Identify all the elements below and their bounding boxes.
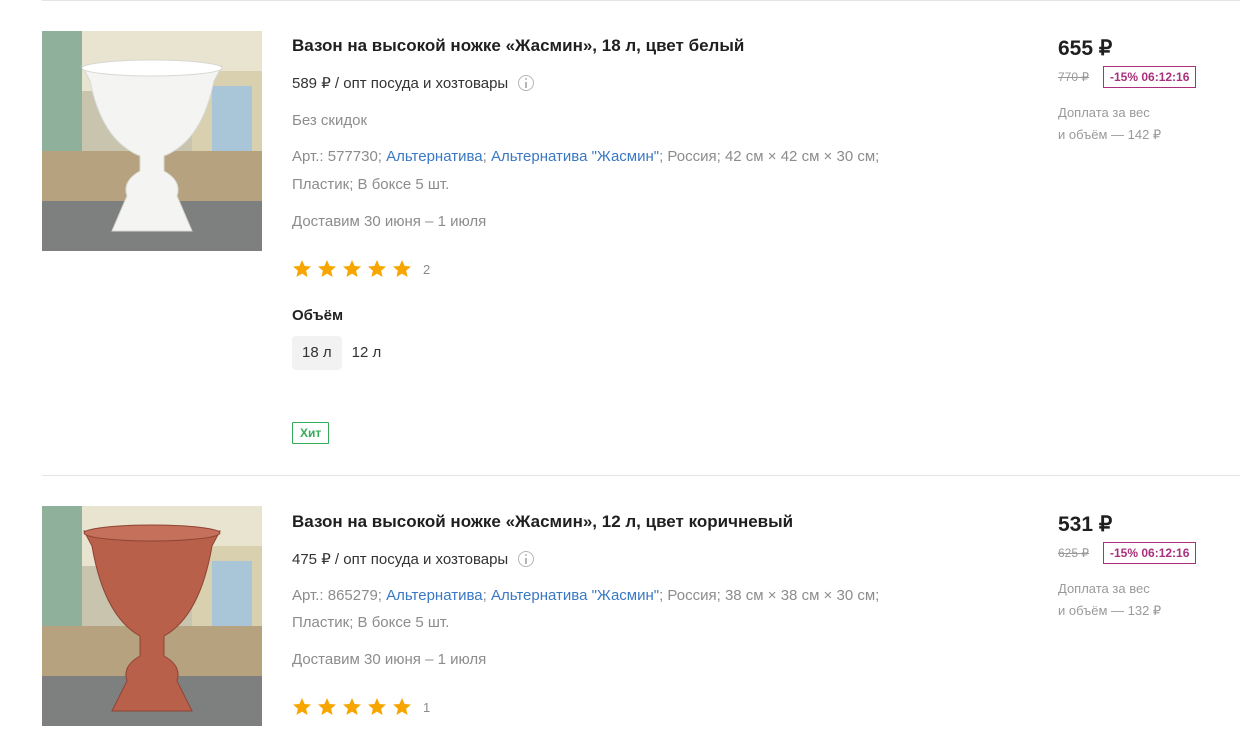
star-icon (342, 697, 362, 717)
surcharge-text: Доплата за вес и объём — 132 ₽ (1058, 578, 1198, 622)
wholesale-price: 589 ₽ / опт посуда и хозтовары (292, 74, 535, 92)
star-icon (317, 259, 337, 279)
brand-link[interactable]: Альтернатива (386, 148, 482, 165)
surcharge-line-1: Доплата за вес (1058, 105, 1150, 120)
volume-options: 18 л 12 л (292, 336, 391, 370)
star-icon (292, 697, 312, 717)
rating-stars[interactable]: 1 (292, 697, 430, 717)
article-number: Арт.: 577730; (292, 148, 382, 165)
volume-option-12[interactable]: 12 л (342, 336, 392, 370)
product-title[interactable]: Вазон на высокой ножке «Жасмин», 12 л, ц… (292, 512, 793, 532)
star-icon (392, 697, 412, 717)
specs-text: ; Россия; 42 см × 42 см × 30 см; (659, 148, 880, 165)
product-card: Вазон на высокой ножке «Жасмин», 12 л, ц… (0, 476, 1240, 747)
series-link[interactable]: Альтернатива "Жасмин" (491, 148, 659, 165)
surcharge-text: Доплата за вес и объём — 142 ₽ (1058, 102, 1198, 146)
star-icon (367, 259, 387, 279)
surcharge-line-1: Доплата за вес (1058, 581, 1150, 596)
volume-option-18[interactable]: 18 л (292, 336, 342, 370)
specs-line-2: Пластик; В боксе 5 шт. (292, 614, 450, 631)
product-card: Вазон на высокой ножке «Жасмин», 18 л, ц… (0, 0, 1240, 475)
product-image[interactable] (42, 31, 262, 251)
discount-timer-badge: -15% 06:12:16 (1103, 542, 1197, 564)
delivery-text: Доставим 30 июня – 1 июля (292, 651, 487, 668)
delivery-text: Доставим 30 июня – 1 июля (292, 213, 487, 230)
review-count[interactable]: 2 (423, 262, 430, 277)
wholesale-price: 475 ₽ / опт посуда и хозтовары (292, 550, 535, 568)
product-image[interactable] (42, 506, 262, 726)
surcharge-line-2: и объём — 142 ₽ (1058, 127, 1162, 142)
surcharge-line-2: и объём — 132 ₽ (1058, 603, 1162, 618)
specs-line-1: Арт.: 577730; Альтернатива; Альтернатива… (292, 148, 880, 165)
series-link[interactable]: Альтернатива "Жасмин" (491, 587, 659, 604)
star-icon (317, 697, 337, 717)
old-price: 625 ₽ (1058, 546, 1089, 560)
product-title[interactable]: Вазон на высокой ножке «Жасмин», 18 л, ц… (292, 36, 744, 56)
article-number: Арт.: 865279; (292, 587, 382, 604)
current-price: 531 ₽ (1058, 513, 1113, 536)
info-icon[interactable] (518, 551, 535, 567)
star-icon (367, 697, 387, 717)
hit-badge: Хит (292, 422, 330, 444)
wholesale-price-text: 589 ₽ / опт посуда и хозтовары (292, 75, 509, 92)
star-icon (392, 259, 412, 279)
brand-link[interactable]: Альтернатива (386, 587, 482, 604)
info-icon[interactable] (518, 75, 535, 91)
specs-line-1: Арт.: 865279; Альтернатива; Альтернатива… (292, 587, 880, 604)
discount-timer-badge: -15% 06:12:16 (1103, 66, 1197, 88)
rating-stars[interactable]: 2 (292, 259, 430, 279)
star-icon (292, 259, 312, 279)
wholesale-price-text: 475 ₽ / опт посуда и хозтовары (292, 551, 509, 568)
specs-text: ; Россия; 38 см × 38 см × 30 см; (659, 587, 880, 604)
old-price: 770 ₽ (1058, 70, 1089, 84)
no-discount-text: Без скидок (292, 112, 367, 129)
current-price: 655 ₽ (1058, 37, 1113, 60)
star-icon (342, 259, 362, 279)
specs-line-2: Пластик; В боксе 5 шт. (292, 176, 450, 193)
review-count[interactable]: 1 (423, 700, 430, 715)
volume-title: Объём (292, 307, 344, 324)
